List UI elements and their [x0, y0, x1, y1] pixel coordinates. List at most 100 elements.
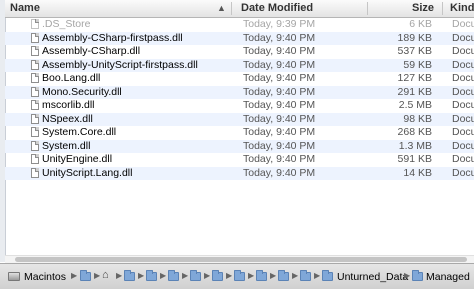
file-date: Today, 9:40 PM [243, 112, 316, 125]
file-date: Today, 9:40 PM [243, 85, 316, 98]
file-name: Assembly-CSharp-firstpass.dll [42, 31, 183, 44]
file-name: UnityEngine.dll [42, 153, 113, 165]
file-row[interactable]: .DS_Store Today, 9:39 PM 6 KB Docu [5, 18, 474, 32]
file-size: 2.5 MB [398, 99, 432, 111]
document-icon [31, 32, 39, 43]
file-row[interactable]: mscorlib.dll Today, 9:40 PM 2.5 MB Docu [5, 99, 474, 113]
scrollbar-thumb[interactable] [15, 257, 467, 262]
column-size-header[interactable]: Size [412, 0, 434, 17]
column-name-header[interactable]: Name [10, 0, 40, 17]
file-kind: Docu [452, 99, 474, 111]
document-icon [31, 86, 39, 97]
home-icon[interactable]: ⌂ [102, 269, 109, 281]
folder-icon[interactable] [146, 270, 157, 281]
file-size: 268 KB [397, 126, 432, 138]
document-icon [31, 154, 39, 164]
file-kind: Docu [452, 166, 474, 179]
file-row[interactable]: Boo.Lang.dll Today, 9:40 PM 127 KB Docu [5, 72, 474, 86]
column-divider[interactable] [231, 2, 232, 15]
document-icon [31, 19, 39, 29]
file-name: mscorlib.dll [42, 99, 95, 111]
path-item-unturned-data[interactable]: Unturned_Data [337, 270, 408, 284]
column-kind-header[interactable]: Kind [450, 0, 474, 17]
file-size: 291 KB [397, 85, 432, 98]
file-name: NSpeex.dll [42, 112, 93, 125]
file-date: Today, 9:40 PM [243, 72, 316, 84]
path-arrow-icon: ▶ [292, 271, 299, 280]
horizontal-scrollbar[interactable] [5, 255, 474, 263]
file-name: Assembly-CSharp.dll [42, 45, 141, 57]
path-item-disk[interactable]: Macintos [24, 270, 66, 284]
document-icon [31, 59, 39, 70]
file-size: 189 KB [397, 31, 432, 44]
folder-icon[interactable] [278, 270, 289, 281]
window-bottom [0, 289, 474, 304]
column-divider[interactable] [367, 2, 368, 15]
path-arrow-icon: ▶ [248, 271, 255, 280]
column-date-header[interactable]: Date Modified [241, 0, 313, 17]
folder-icon[interactable] [124, 270, 135, 281]
file-date: Today, 9:40 PM [243, 45, 316, 57]
column-header: Name ▲ Date Modified Size Kind [5, 0, 474, 18]
folder-icon[interactable] [190, 270, 201, 281]
file-date: Today, 9:40 PM [243, 166, 316, 179]
file-size: 14 KB [403, 166, 432, 179]
file-kind: Docu [452, 18, 474, 30]
file-date: Today, 9:40 PM [243, 126, 316, 138]
file-size: 127 KB [397, 72, 432, 84]
file-name: System.dll [42, 139, 91, 152]
file-row[interactable]: UnityScript.Lang.dll Today, 9:40 PM 14 KB D… [5, 166, 474, 180]
document-icon [31, 100, 39, 110]
path-item-managed[interactable]: Managed [426, 270, 470, 284]
path-arrow-icon: ▶ [204, 271, 211, 280]
folder-icon[interactable] [80, 270, 91, 281]
path-bar: Macintos ▶ ▶ ⌂ ▶ ▶ ▶ ▶ ▶ ▶ ▶ ▶ ▶ ▶ Untur… [0, 263, 474, 290]
file-date: Today, 9:40 PM [243, 31, 316, 44]
path-arrow-icon: ▶ [314, 271, 321, 280]
file-row[interactable]: Assembly-CSharp-firstpass.dll Today, 9:40… [5, 31, 474, 45]
column-divider[interactable] [442, 2, 443, 15]
file-list: .DS_Store Today, 9:39 PM 6 KB Docu Assembly-… [5, 18, 474, 180]
folder-icon[interactable] [256, 270, 267, 281]
file-name: System.Core.dll [42, 126, 117, 138]
file-row[interactable]: Mono.Security.dll Today, 9:40 PM 291 KB Doc… [5, 85, 474, 99]
path-arrow-icon: ▶ [270, 271, 277, 280]
file-row[interactable]: Assembly-CSharp.dll Today, 9:40 PM 537 KB D… [5, 45, 474, 59]
file-name: Boo.Lang.dll [42, 72, 101, 84]
chevron-up-icon[interactable]: ▲ [217, 2, 226, 15]
file-row[interactable]: UnityEngine.dll Today, 9:40 PM 591 KB Docu [5, 153, 474, 167]
file-date: Today, 9:40 PM [243, 58, 316, 71]
folder-icon[interactable] [168, 270, 179, 281]
document-icon [31, 46, 39, 56]
file-size: 537 KB [397, 45, 432, 57]
file-name: .DS_Store [42, 18, 91, 30]
path-arrow-icon: ▶ [226, 271, 233, 280]
file-kind: Docu [452, 58, 474, 71]
file-kind: Docu [452, 31, 474, 44]
folder-icon[interactable] [412, 270, 423, 281]
file-row[interactable]: Assembly-UnityScript-firstpass.dll Today,… [5, 58, 474, 72]
document-icon [31, 113, 39, 124]
document-icon [31, 127, 39, 137]
file-kind: Docu [452, 153, 474, 165]
path-arrow-icon: ▶ [182, 271, 189, 280]
folder-icon[interactable] [212, 270, 223, 281]
file-row[interactable]: System.Core.dll Today, 9:40 PM 268 KB Docu [5, 126, 474, 140]
folder-icon[interactable] [322, 270, 333, 281]
file-row[interactable]: NSpeex.dll Today, 9:40 PM 98 KB Docu [5, 112, 474, 126]
file-kind: Docu [452, 45, 474, 57]
path-arrow-icon: ▶ [94, 271, 101, 280]
folder-icon[interactable] [300, 270, 311, 281]
file-size: 6 KB [409, 18, 432, 30]
file-date: Today, 9:40 PM [243, 139, 316, 152]
file-date: Today, 9:40 PM [243, 99, 316, 111]
file-size: 59 KB [403, 58, 432, 71]
path-arrow-icon: ▶ [138, 271, 145, 280]
file-kind: Docu [452, 85, 474, 98]
document-icon [31, 73, 39, 83]
file-kind: Docu [452, 72, 474, 84]
folder-icon[interactable] [234, 270, 245, 281]
hard-disk-icon[interactable] [8, 272, 20, 281]
file-row[interactable]: System.dll Today, 9:40 PM 1.3 MB Docu [5, 139, 474, 153]
document-icon [31, 167, 39, 178]
